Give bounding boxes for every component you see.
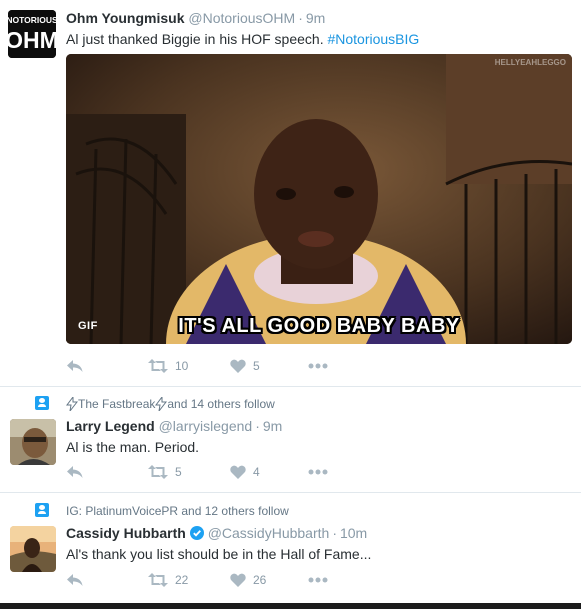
avatar-bottom-text: OHM: [8, 27, 56, 53]
handle[interactable]: @CassidyHubbarth: [208, 525, 330, 541]
more-icon: [308, 469, 328, 475]
separator-dot: ·: [298, 10, 303, 26]
avatar[interactable]: [10, 419, 56, 465]
like-button[interactable]: 26: [230, 573, 308, 587]
more-button[interactable]: [308, 469, 328, 475]
follow-context-icon: [35, 503, 49, 517]
retweet-icon: [148, 359, 168, 373]
heart-icon: [230, 573, 246, 587]
tweet-actions: 5 4: [66, 462, 328, 482]
avatar[interactable]: [10, 526, 56, 572]
follow-context-names[interactable]: The Fastbreak: [78, 397, 155, 411]
tweet[interactable]: The Fastbreak and 14 others follow Larry…: [0, 387, 581, 492]
tweet-text: Al's thank you list should be in the Hal…: [66, 546, 372, 562]
tweet-header: Ohm Youngmisuk @NotoriousOHM · 9m: [66, 9, 573, 27]
more-button[interactable]: [308, 577, 328, 583]
hashtag-link[interactable]: #NotoriousBIG: [327, 31, 419, 47]
gif-scene: [66, 54, 572, 344]
tweet[interactable]: NOTORIOUS OHM Ohm Youngmisuk @NotoriousO…: [0, 0, 581, 386]
tweet-header: Larry Legend @larryislegend · 9m: [66, 417, 573, 435]
gif-media[interactable]: HELLYEAHLEGGO GIF IT'S ALL GOOD BABY BAB…: [66, 54, 572, 344]
heart-icon: [230, 359, 246, 373]
verified-badge-icon: [189, 526, 204, 540]
heart-icon: [230, 465, 246, 479]
gif-caption: IT'S ALL GOOD BABY BABY: [178, 315, 460, 337]
fullname[interactable]: Larry Legend: [66, 418, 155, 434]
follow-context-icon: [35, 396, 49, 410]
retweet-count: 10: [175, 359, 189, 373]
like-count: 5: [253, 359, 260, 373]
bottom-edge: [0, 603, 581, 609]
lightning-icon: [66, 397, 78, 411]
more-button[interactable]: [308, 363, 328, 369]
like-button[interactable]: 5: [230, 359, 308, 373]
retweet-button[interactable]: 22: [148, 573, 230, 587]
lightning-icon: [155, 397, 168, 411]
follow-context-text: The Fastbreak and 14 others follow: [66, 397, 275, 411]
timestamp[interactable]: 9m: [263, 418, 282, 434]
fullname[interactable]: Ohm Youngmisuk: [66, 10, 185, 26]
handle[interactable]: @larryislegend: [159, 418, 253, 434]
follow-context-text[interactable]: IG: PlatinumVoicePR and 12 others follow: [66, 504, 289, 518]
tweet[interactable]: IG: PlatinumVoicePR and 12 others follow…: [0, 493, 581, 603]
gif-watermark: HELLYEAHLEGGO: [494, 58, 566, 67]
like-button[interactable]: 4: [230, 465, 308, 479]
retweet-button[interactable]: 5: [148, 465, 230, 479]
retweet-count: 5: [175, 465, 182, 479]
handle[interactable]: @NotoriousOHM: [188, 10, 295, 26]
tweet-text: Al just thanked Biggie in his HOF speech…: [66, 29, 573, 49]
tweet-header: Cassidy Hubbarth @CassidyHubbarth · 10m: [66, 524, 573, 542]
reply-button[interactable]: [66, 465, 148, 479]
reply-button[interactable]: [66, 573, 148, 587]
tweet-actions: 22 26: [66, 570, 328, 590]
more-icon: [308, 577, 328, 583]
like-count: 26: [253, 573, 267, 587]
avatar-photo: [10, 526, 56, 572]
like-count: 4: [253, 465, 260, 479]
tweet-text-body: Al just thanked Biggie in his HOF speech…: [66, 31, 328, 47]
avatar[interactable]: NOTORIOUS OHM: [8, 10, 56, 58]
retweet-icon: [148, 465, 168, 479]
retweet-button[interactable]: 10: [148, 359, 230, 373]
notorious-ohm-logo: NOTORIOUS OHM: [8, 10, 56, 58]
timestamp[interactable]: 10m: [340, 525, 367, 541]
reply-icon: [67, 360, 83, 372]
follow-context: The Fastbreak and 14 others follow: [35, 395, 275, 413]
retweet-count: 22: [175, 573, 189, 587]
fullname[interactable]: Cassidy Hubbarth: [66, 525, 186, 541]
timestamp[interactable]: 9m: [306, 10, 325, 26]
follow-context: IG: PlatinumVoicePR and 12 others follow: [35, 502, 289, 520]
retweet-icon: [148, 573, 168, 587]
reply-icon: [67, 574, 83, 586]
separator-dot: ·: [255, 418, 260, 434]
reply-button[interactable]: [66, 359, 148, 373]
avatar-top-text: NOTORIOUS: [8, 15, 56, 25]
reply-icon: [67, 466, 83, 478]
more-icon: [308, 363, 328, 369]
tweet-text: Al is the man. Period.: [66, 439, 200, 455]
follow-context-suffix: and 14 others follow: [167, 397, 275, 411]
tweet-actions: 10 5: [66, 356, 328, 376]
separator-dot: ·: [332, 525, 337, 541]
avatar-photo: [10, 419, 56, 465]
